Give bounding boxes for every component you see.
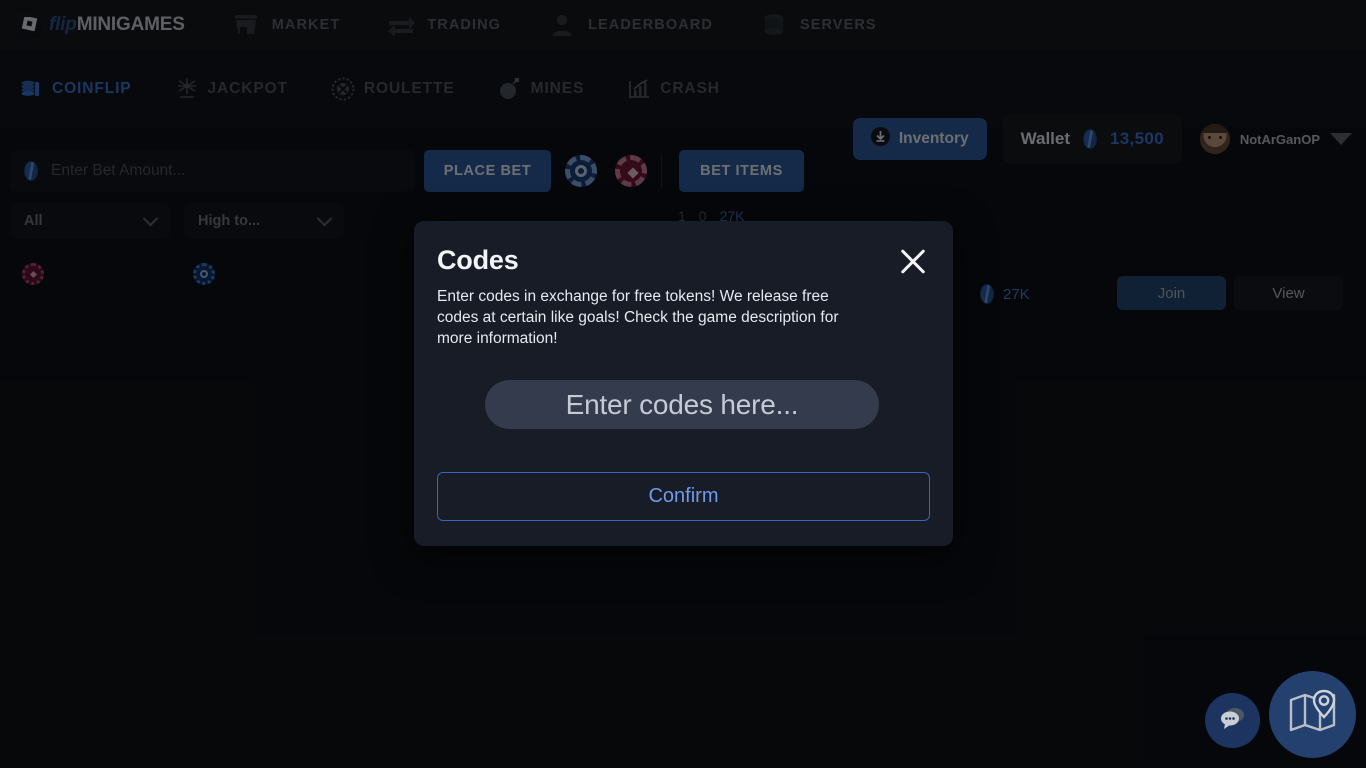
chat-button[interactable]	[1205, 693, 1260, 748]
app-root: flipMINIGAMES MARKET TRADING LEADERBOARD	[0, 0, 1366, 768]
confirm-label: Confirm	[648, 485, 719, 507]
code-input-placeholder: Enter codes here...	[565, 388, 799, 420]
code-input[interactable]: Enter codes here...	[485, 380, 879, 429]
modal-title: Codes	[437, 245, 519, 275]
chat-bubbles-icon	[1219, 705, 1247, 736]
map-pin-icon	[1288, 689, 1338, 740]
map-button[interactable]	[1269, 671, 1356, 758]
codes-modal: Codes Enter codes in exchange for free t…	[414, 221, 953, 546]
confirm-button[interactable]: Confirm	[437, 472, 930, 521]
modal-description: Enter codes in exchange for free tokens!…	[437, 288, 839, 347]
close-icon[interactable]	[895, 243, 931, 279]
